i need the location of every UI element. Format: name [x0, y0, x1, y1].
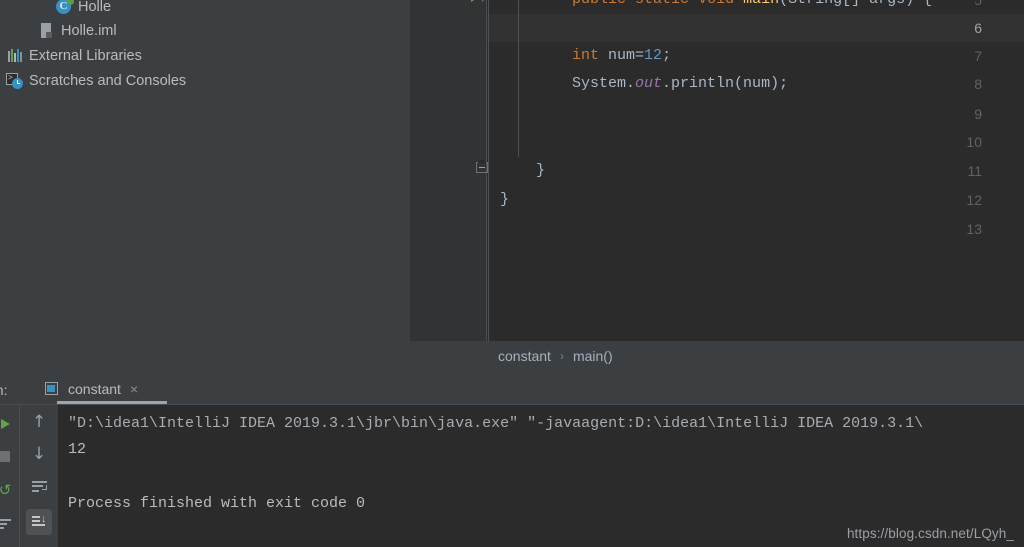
- run-tab-label: constant: [68, 381, 121, 397]
- print-button[interactable]: [0, 511, 18, 537]
- breadcrumb[interactable]: constant › main(): [410, 341, 1024, 371]
- breadcrumb-separator-icon: ›: [559, 349, 564, 363]
- fold-chevron-icon[interactable]: ▾: [480, 0, 486, 5]
- code-line[interactable]: System.out.println(num);: [500, 70, 788, 98]
- line-number: 13: [966, 221, 982, 237]
- line-number: 7: [974, 48, 982, 64]
- scratches-consoles-icon: >: [6, 72, 24, 90]
- console-output[interactable]: "D:\idea1\IntelliJ IDEA 2019.3.1\jbr\bin…: [58, 405, 1024, 547]
- run-tool-window-label: un:: [0, 382, 8, 398]
- line-number: 6: [974, 20, 982, 36]
- code-line[interactable]: }: [500, 157, 545, 185]
- watermark-url: https://blog.csdn.net/LQyh_: [846, 526, 1014, 541]
- line-number: 11: [967, 163, 982, 179]
- tree-item-external-libraries[interactable]: External Libraries: [0, 45, 142, 67]
- soft-wrap-button[interactable]: [26, 473, 52, 499]
- scroll-up-button[interactable]: ↑: [26, 409, 52, 435]
- close-icon[interactable]: ×: [130, 382, 138, 396]
- line-number: 8: [974, 76, 982, 92]
- project-tool-window[interactable]: C Holle Holle.iml External Libraries > Scratc…: [0, 0, 410, 371]
- tree-item-label: Holle: [78, 0, 112, 15]
- stop-icon: [0, 450, 10, 462]
- caret-line-highlight: [410, 14, 1024, 42]
- run-gutter-marker-icon[interactable]: [471, 0, 479, 2]
- run-tab-constant[interactable]: constant ×: [44, 377, 138, 401]
- tree-item-label: Holle.iml: [61, 23, 117, 39]
- line-number: 10: [966, 134, 982, 150]
- tree-item-holle[interactable]: C Holle: [0, 0, 111, 18]
- console-line: 12: [68, 441, 87, 458]
- line-number: 12: [966, 192, 982, 208]
- rerun-failed-tests-button[interactable]: ↺: [0, 477, 18, 503]
- rerun-icon: ↺: [0, 481, 12, 499]
- rerun-button[interactable]: [0, 411, 18, 437]
- breadcrumb-class[interactable]: constant: [498, 348, 551, 364]
- play-icon: [0, 419, 10, 429]
- code-editor[interactable]: ▾ 5 public static void main(String[] arg…: [410, 0, 1024, 341]
- console-tab-icon: [44, 381, 60, 397]
- tree-item-scratches-and-consoles[interactable]: > Scratches and Consoles: [0, 70, 186, 92]
- stop-button[interactable]: [0, 443, 18, 469]
- console-line: Process finished with exit code 0: [68, 495, 366, 512]
- tree-item-holle-iml[interactable]: Holle.iml: [0, 20, 117, 42]
- arrow-down-icon: ↓: [31, 443, 47, 464]
- external-libraries-icon: [6, 47, 24, 65]
- console-line: "D:\idea1\IntelliJ IDEA 2019.3.1\jbr\bin…: [68, 415, 924, 432]
- tree-item-label: External Libraries: [29, 48, 142, 64]
- code-line[interactable]: }: [500, 186, 509, 214]
- run-actions-toolbar-right[interactable]: ↑ ↓ ↓: [19, 405, 57, 547]
- print-icon: [0, 519, 11, 529]
- code-line[interactable]: public static void main(String[] args) {: [500, 0, 932, 14]
- line-number: 5: [974, 0, 982, 8]
- fold-end-marker-icon[interactable]: [476, 162, 488, 173]
- breadcrumb-method[interactable]: main(): [573, 348, 613, 364]
- scroll-down-button[interactable]: ↓: [26, 441, 52, 467]
- code-line[interactable]: int num=12;: [500, 42, 671, 70]
- tree-item-label: Scratches and Consoles: [29, 73, 187, 89]
- indent-guide: [488, 0, 489, 341]
- scroll-to-end-button[interactable]: ↓: [26, 509, 52, 535]
- intellij-idea-window: C Holle Holle.iml External Libraries > Scratc…: [0, 0, 1024, 547]
- run-actions-toolbar-left[interactable]: ↺: [0, 405, 18, 547]
- line-number: 9: [974, 106, 982, 122]
- arrow-up-icon: ↑: [31, 411, 47, 432]
- module-iml-file-icon: [38, 22, 56, 40]
- run-tab-active-underline: [57, 401, 167, 404]
- java-class-icon: C: [55, 0, 74, 16]
- soft-wrap-icon: [31, 480, 47, 492]
- scroll-to-end-icon: ↓: [31, 514, 47, 529]
